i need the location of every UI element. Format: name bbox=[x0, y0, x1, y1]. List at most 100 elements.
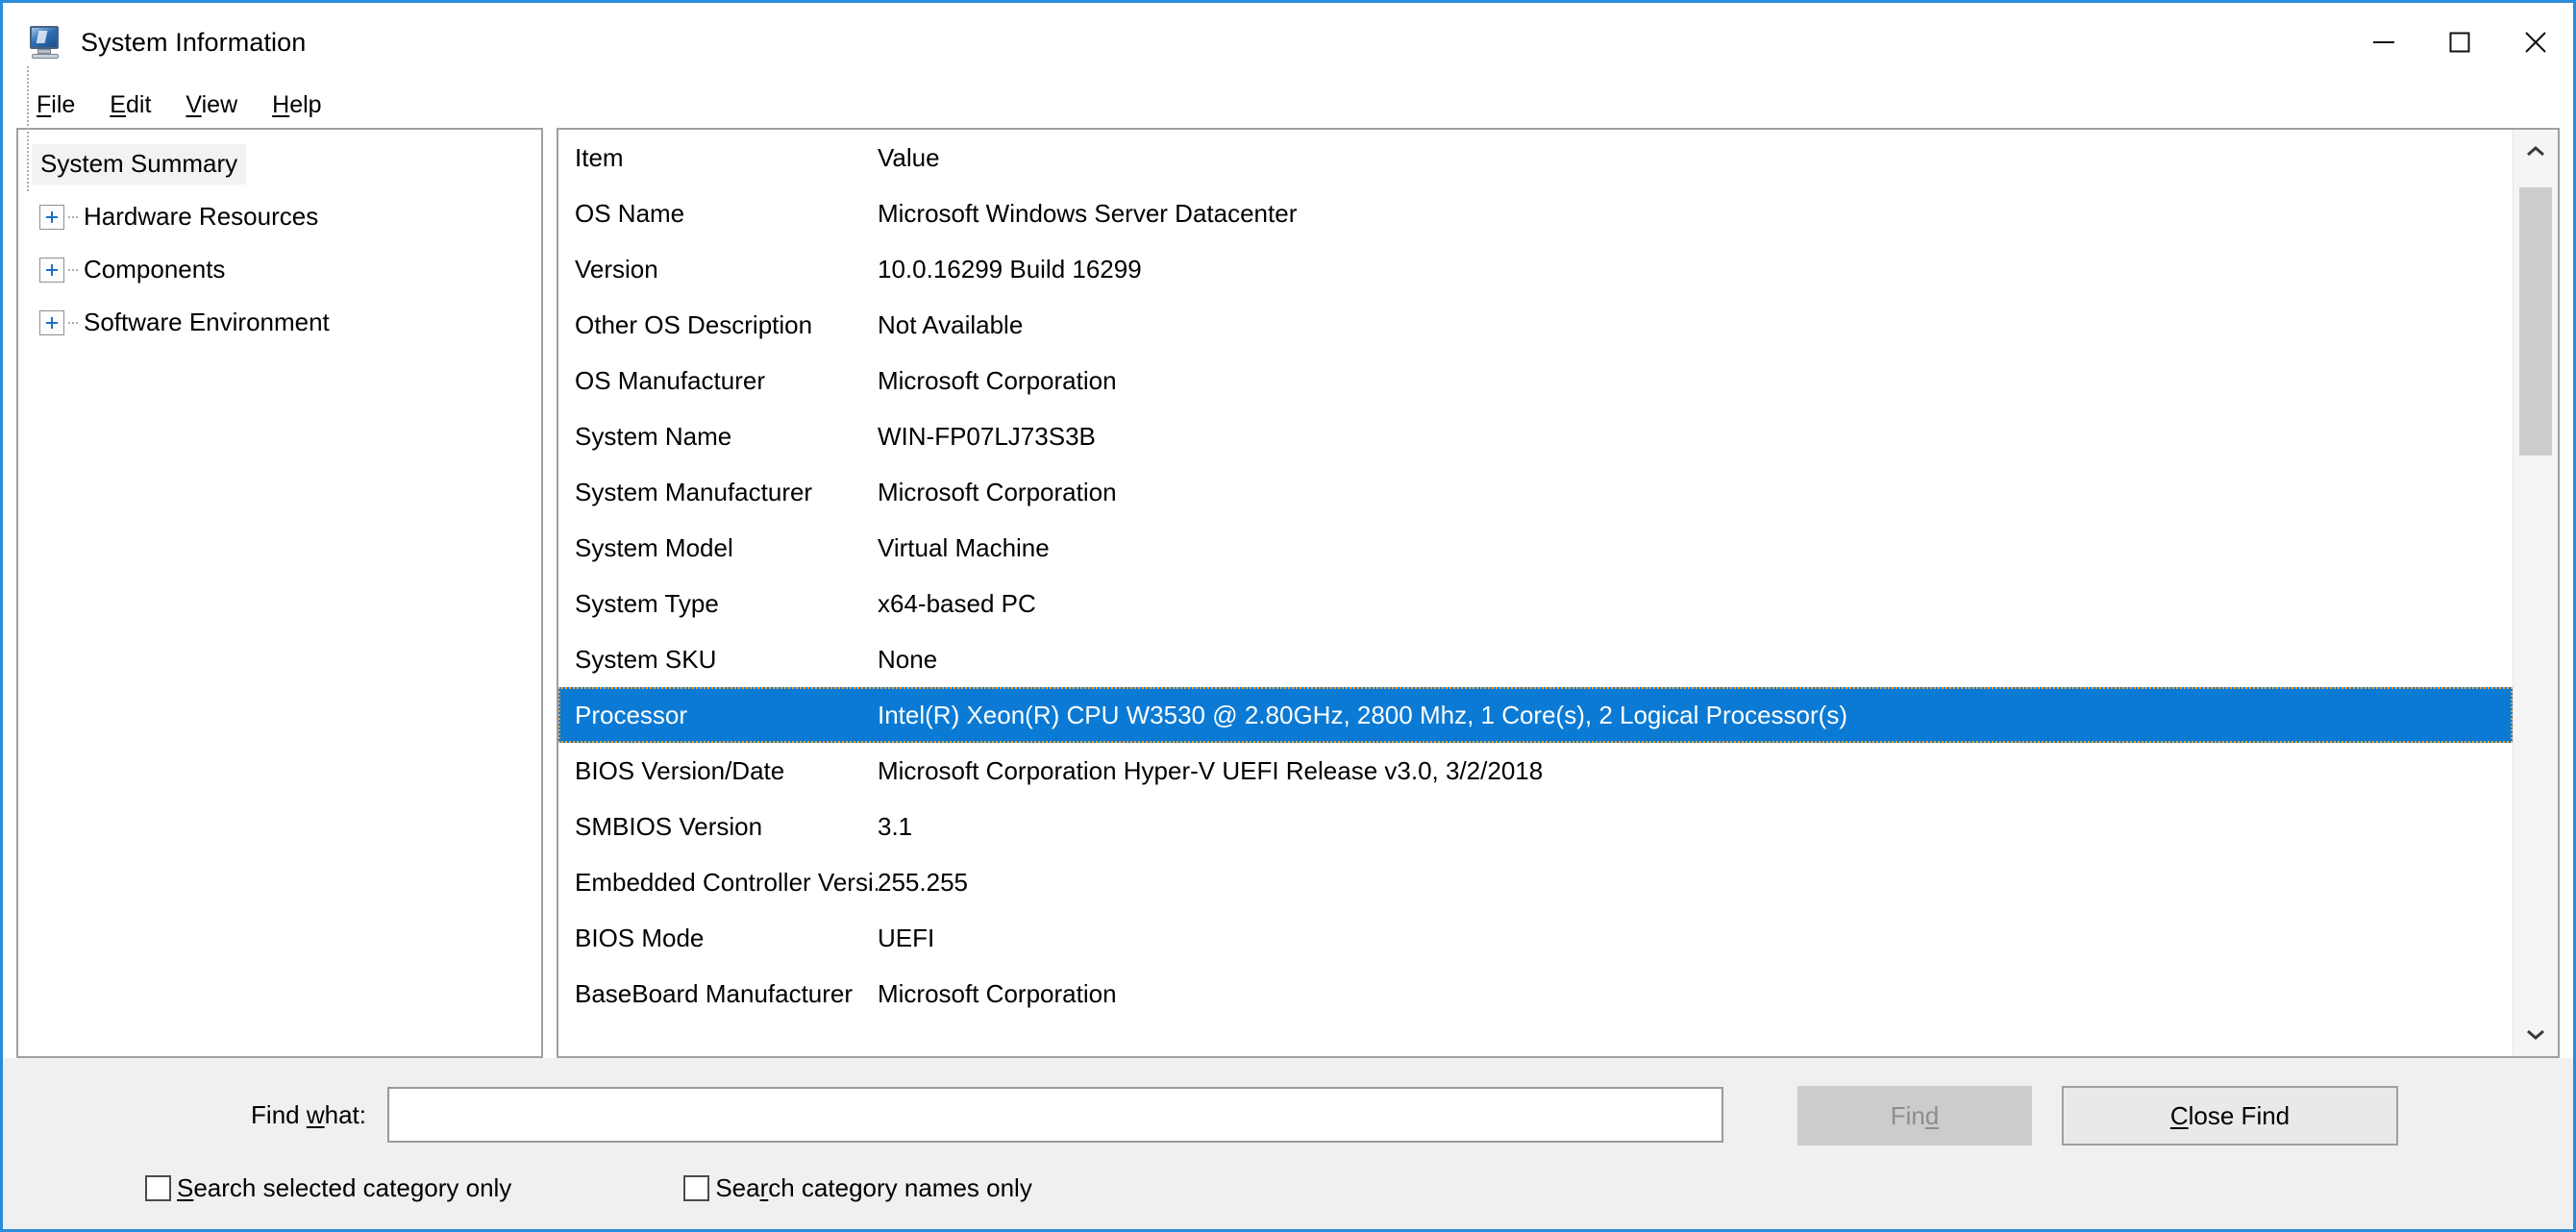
window-title: System Information bbox=[81, 27, 307, 57]
maximize-icon bbox=[2449, 32, 2469, 53]
menu-edit-rest: dit bbox=[125, 90, 152, 118]
tree-item-label: System Summary bbox=[32, 143, 247, 185]
row-item: Version bbox=[575, 254, 658, 283]
tree-item-hardware-resources[interactable]: Hardware Resources bbox=[18, 190, 541, 243]
minimize-icon bbox=[2372, 41, 2394, 43]
tree-dash-icon bbox=[68, 268, 80, 271]
menu-file-rest: ile bbox=[51, 90, 76, 118]
expand-plus-icon[interactable] bbox=[39, 204, 64, 230]
row-value: UEFI bbox=[878, 923, 935, 952]
menu-item-file[interactable]: File bbox=[19, 91, 92, 119]
scrollbar-thumb[interactable] bbox=[2519, 187, 2552, 456]
window-controls bbox=[2345, 3, 2573, 82]
row-item: Processor bbox=[575, 700, 688, 729]
checkbox-box-icon[interactable] bbox=[683, 1174, 710, 1201]
scroll-down-button[interactable] bbox=[2514, 1012, 2558, 1056]
menu-edit-accel: E bbox=[110, 90, 126, 118]
row-value: Intel(R) Xeon(R) CPU W3530 @ 2.80GHz, 28… bbox=[878, 700, 1847, 729]
table-row[interactable]: System Name WIN-FP07LJ73S3B bbox=[558, 408, 2513, 464]
table-row[interactable]: System Model Virtual Machine bbox=[558, 520, 2513, 576]
close-find-accel: C bbox=[2169, 1100, 2189, 1130]
vertical-scrollbar[interactable] bbox=[2513, 130, 2558, 1056]
list-header-row: Item Value bbox=[558, 130, 2513, 185]
row-item: OS Name bbox=[575, 198, 685, 228]
tree-item-software-environment[interactable]: Software Environment bbox=[18, 296, 541, 349]
close-find-button[interactable]: Close Find bbox=[2062, 1086, 2398, 1146]
tree-item-system-summary[interactable]: System Summary bbox=[18, 137, 541, 190]
menu-view-rest: iew bbox=[201, 90, 238, 118]
find-button-pre: Fin bbox=[1890, 1100, 1925, 1130]
checkbox-label-pre: Sea bbox=[715, 1172, 760, 1202]
expand-plus-icon[interactable] bbox=[39, 309, 64, 335]
checkbox-label: Search selected category only bbox=[177, 1173, 511, 1203]
close-find-post: lose Find bbox=[2188, 1100, 2291, 1130]
chevron-up-icon bbox=[2527, 146, 2544, 157]
row-value: 3.1 bbox=[878, 811, 913, 841]
row-value: x64-based PC bbox=[878, 588, 1036, 618]
table-row[interactable]: BIOS Mode UEFI bbox=[558, 910, 2513, 966]
checkbox-accel: S bbox=[177, 1172, 194, 1202]
search-category-names-checkbox[interactable]: Search category names only bbox=[683, 1173, 1032, 1203]
details-list-body: Item Value OS Name Microsoft Windows Ser… bbox=[558, 130, 2513, 1056]
row-item: BIOS Mode bbox=[575, 923, 705, 952]
table-row[interactable]: System Type x64-based PC bbox=[558, 576, 2513, 631]
row-value: WIN-FP07LJ73S3B bbox=[878, 421, 1096, 451]
table-row[interactable]: System SKU None bbox=[558, 631, 2513, 687]
close-button[interactable] bbox=[2497, 3, 2573, 82]
tree-item-label: Software Environment bbox=[84, 308, 330, 336]
tree-item-label: Components bbox=[84, 255, 226, 283]
find-label-post: hat: bbox=[324, 1099, 366, 1129]
title-bar[interactable]: System Information bbox=[3, 3, 2573, 82]
find-label-pre: Find bbox=[251, 1099, 307, 1129]
table-row[interactable]: Embedded Controller Versi... 255.255 bbox=[558, 854, 2513, 910]
tree-item-components[interactable]: Components bbox=[18, 243, 541, 296]
find-button[interactable]: Fin d bbox=[1797, 1086, 2032, 1146]
table-row[interactable]: OS Manufacturer Microsoft Corporation bbox=[558, 353, 2513, 408]
content-area: System Summary Hardware Resources Compon… bbox=[3, 66, 2573, 1058]
column-header-item[interactable]: Item bbox=[558, 143, 878, 173]
column-header-value[interactable]: Value bbox=[878, 143, 2513, 173]
row-item: System Type bbox=[575, 588, 719, 618]
table-row[interactable]: BaseBoard Manufacturer Microsoft Corpora… bbox=[558, 966, 2513, 1022]
category-tree[interactable]: System Summary Hardware Resources Compon… bbox=[16, 66, 543, 1058]
row-item: System Model bbox=[575, 532, 733, 562]
tree-item-label: Hardware Resources bbox=[84, 202, 319, 231]
table-row[interactable]: Other OS Description Not Available bbox=[558, 297, 2513, 353]
chevron-down-icon bbox=[2527, 1029, 2544, 1040]
details-list[interactable]: Item Value OS Name Microsoft Windows Ser… bbox=[557, 128, 2560, 1058]
row-item: SMBIOS Version bbox=[575, 811, 763, 841]
maximize-button[interactable] bbox=[2421, 3, 2497, 82]
row-value: Microsoft Corporation Hyper-V UEFI Relea… bbox=[878, 755, 1544, 785]
find-input[interactable] bbox=[387, 1087, 1723, 1143]
table-row[interactable]: BIOS Version/Date Microsoft Corporation … bbox=[558, 743, 2513, 799]
scrollbar-track[interactable] bbox=[2514, 174, 2558, 1012]
table-row-selected[interactable]: Processor Intel(R) Xeon(R) CPU W3530 @ 2… bbox=[558, 687, 2513, 743]
table-row[interactable]: System Manufacturer Microsoft Corporatio… bbox=[558, 464, 2513, 520]
find-what-label: Find what: bbox=[3, 1100, 387, 1130]
minimize-button[interactable] bbox=[2345, 3, 2421, 82]
find-button-accel: d bbox=[1924, 1100, 1940, 1130]
scroll-up-button[interactable] bbox=[2514, 130, 2558, 174]
menu-bar: File Edit View Help bbox=[3, 82, 2573, 128]
expand-plus-icon[interactable] bbox=[39, 257, 64, 283]
row-value: Microsoft Corporation bbox=[878, 978, 1117, 1008]
find-panel: Find what: Fin d Close Find Search select… bbox=[3, 1058, 2573, 1229]
search-selected-category-checkbox[interactable]: Search selected category only bbox=[145, 1173, 511, 1203]
find-label-accel: w bbox=[306, 1099, 325, 1129]
row-item: BIOS Version/Date bbox=[575, 755, 785, 785]
checkbox-box-icon[interactable] bbox=[145, 1174, 171, 1201]
row-value: 10.0.16299 Build 16299 bbox=[878, 254, 1142, 283]
menu-item-edit[interactable]: Edit bbox=[92, 91, 168, 119]
row-item: System Manufacturer bbox=[575, 477, 813, 506]
menu-item-view[interactable]: View bbox=[168, 91, 255, 119]
row-value: Microsoft Corporation bbox=[878, 365, 1117, 395]
row-item: OS Manufacturer bbox=[575, 365, 765, 395]
menu-help-accel: H bbox=[272, 90, 290, 118]
checkbox-accel: r bbox=[759, 1172, 769, 1202]
menu-item-help[interactable]: Help bbox=[255, 91, 338, 119]
tree-dash-icon bbox=[68, 215, 80, 218]
system-information-window: System Information File Edit View Help S… bbox=[0, 0, 2576, 1232]
table-row[interactable]: Version 10.0.16299 Build 16299 bbox=[558, 241, 2513, 297]
table-row[interactable]: SMBIOS Version 3.1 bbox=[558, 799, 2513, 854]
table-row[interactable]: OS Name Microsoft Windows Server Datacen… bbox=[558, 185, 2513, 241]
